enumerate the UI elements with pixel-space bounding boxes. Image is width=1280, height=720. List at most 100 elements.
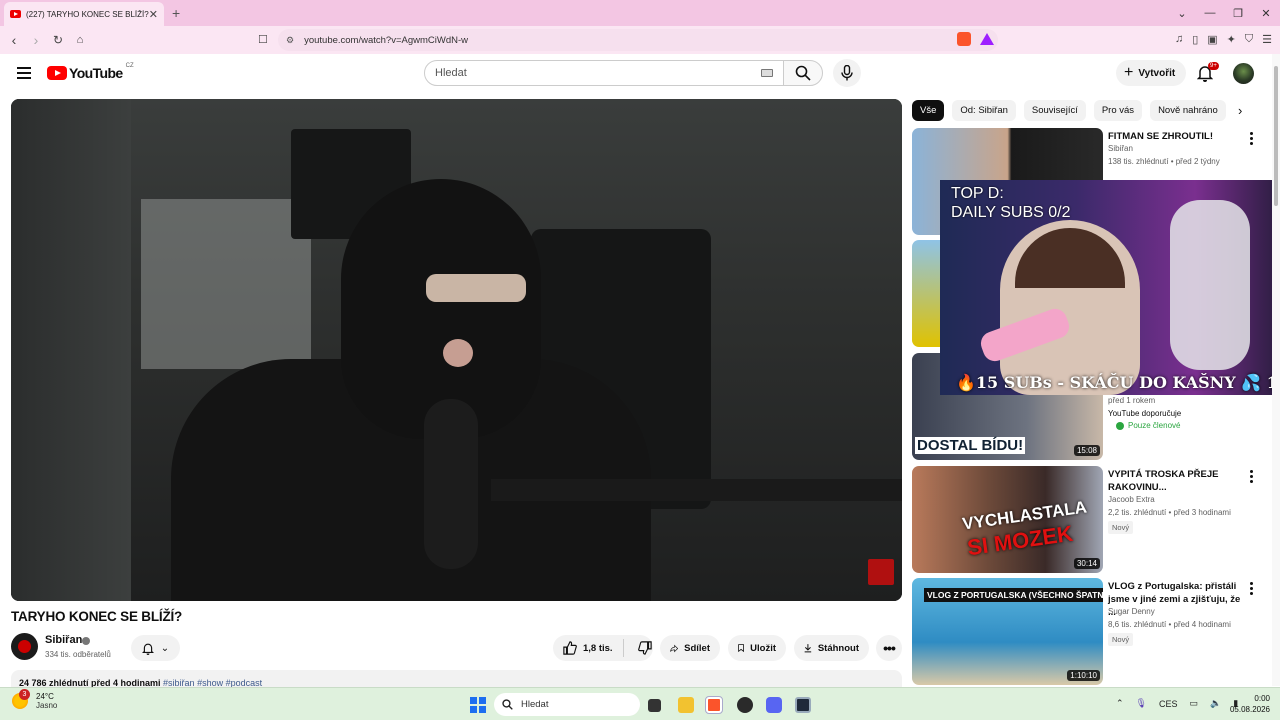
close-window-icon[interactable]: ✕ bbox=[1252, 7, 1280, 20]
home-icon[interactable]: ⌂ bbox=[70, 34, 90, 46]
clock-date: 05.08.2026 bbox=[1229, 705, 1270, 714]
site-info-icon[interactable]: ⚙ bbox=[286, 35, 294, 46]
youtube-logo[interactable]: YouTube CZ bbox=[47, 63, 134, 81]
chevron-down-icon: ⌄ bbox=[160, 642, 170, 654]
thumbnail-text: DOSTAL BÍDU! bbox=[915, 437, 1026, 454]
members-only-badge: Pouze členové bbox=[1116, 421, 1180, 430]
recommendation-item[interactable]: VLOG Z PORTUGALSKA (VŠECHNO ŠPATNĚ) 1:10… bbox=[912, 578, 1272, 686]
stream-overlay-window[interactable]: TOP D: DAILY SUBS 0/2 🔥15 SUBs - SKÁČU D… bbox=[940, 180, 1280, 395]
chevron-right-icon[interactable]: › bbox=[1238, 103, 1242, 118]
bookmark-save-icon bbox=[738, 644, 744, 653]
page-scrollbar[interactable] bbox=[1272, 54, 1280, 686]
keyboard-icon[interactable] bbox=[761, 69, 773, 77]
system-tray: ⌃ 🎙 CES ▭ 🔈 ▮ bbox=[1116, 698, 1238, 709]
channel-watermark[interactable] bbox=[868, 559, 894, 585]
chip-from-channel[interactable]: Od: Sibiřan bbox=[952, 100, 1016, 121]
show-hidden-icons-icon[interactable]: ⌃ bbox=[1116, 698, 1124, 709]
channel-name[interactable]: Sibiřan bbox=[45, 634, 82, 646]
recommendation-item[interactable]: VYCHLASTALA SI MOZEK 30:14 VYPITÁ TROSKA… bbox=[912, 466, 1272, 574]
weather-widget[interactable]: 3 24°C Jasno bbox=[12, 689, 57, 710]
like-dislike-group: 1,8 tis. bbox=[553, 635, 653, 661]
tab-search-icon[interactable]: ⌄ bbox=[1168, 7, 1196, 20]
restore-icon[interactable]: ❐ bbox=[1224, 7, 1252, 20]
dislike-icon[interactable] bbox=[637, 641, 652, 655]
more-vertical-icon[interactable] bbox=[1250, 470, 1254, 485]
more-vertical-icon[interactable] bbox=[1250, 132, 1254, 147]
video-title: TARYHO KONEC SE BLÍŽÍ? bbox=[11, 609, 183, 624]
more-vertical-icon[interactable] bbox=[1250, 582, 1254, 597]
divider bbox=[622, 639, 624, 657]
overlay-subs-goal: 🔥15 SUBs - SKÁČU DO KAŠNY 💦 1/15 bbox=[956, 373, 1280, 392]
more-actions-button[interactable]: ••• bbox=[876, 635, 902, 661]
related-filter-chips: Vše Od: Sibiřan Související Pro vás Nově… bbox=[912, 100, 1226, 121]
back-icon[interactable]: ‹ bbox=[4, 32, 24, 48]
youtube-play-icon bbox=[47, 66, 67, 80]
account-avatar[interactable] bbox=[1233, 63, 1254, 84]
like-count[interactable]: 1,8 tis. bbox=[583, 643, 613, 654]
vpn-icon[interactable]: ⛉ bbox=[1245, 33, 1253, 46]
brave-rewards-icon[interactable] bbox=[980, 33, 994, 45]
save-button[interactable]: Uložit bbox=[728, 635, 786, 661]
reload-icon[interactable]: ↻ bbox=[48, 33, 68, 47]
network-icon[interactable]: ▭ bbox=[1190, 698, 1199, 709]
windows-start-icon[interactable] bbox=[470, 697, 486, 713]
more-horizontal-icon: ••• bbox=[883, 640, 896, 656]
chip-for-you[interactable]: Pro vás bbox=[1093, 100, 1143, 121]
recommendation-title[interactable]: VYPITÁ TROSKA PŘEJE RAKOVINU... bbox=[1108, 468, 1246, 494]
video-thumbnail[interactable]: VYCHLASTALA SI MOZEK 30:14 bbox=[912, 466, 1103, 573]
browser-tab[interactable]: (227) TARYHO KONEC SE BLÍŽÍ? ✕ bbox=[4, 2, 164, 26]
windows-taskbar: 3 24°C Jasno Hledat ⌃ 🎙 CES ▭ 🔈 ▮ 0:00 0… bbox=[0, 687, 1280, 720]
recommendation-title[interactable]: FITMAN SE ZHROUTIL! bbox=[1108, 130, 1246, 143]
search-button[interactable] bbox=[783, 60, 823, 86]
microphone-tray-icon[interactable]: 🎙 bbox=[1136, 698, 1147, 709]
recommendation-channel[interactable]: Sugar Denny bbox=[1108, 607, 1155, 616]
address-bar[interactable]: ⚙ youtube.com/watch?v=AgwmCiWdN-w bbox=[278, 29, 998, 51]
forward-icon[interactable]: › bbox=[26, 32, 46, 48]
discord-icon[interactable] bbox=[766, 697, 782, 713]
download-button[interactable]: Stáhnout bbox=[794, 635, 869, 661]
recommendation-channel[interactable]: Jacoob Extra bbox=[1108, 495, 1155, 504]
volume-icon[interactable]: 🔈 bbox=[1210, 698, 1221, 709]
close-tab-icon[interactable]: ✕ bbox=[149, 8, 158, 21]
recommendation-channel[interactable]: Sibiřan bbox=[1108, 144, 1133, 153]
bookmark-icon[interactable]: ☐ bbox=[258, 33, 268, 46]
like-icon[interactable] bbox=[563, 641, 577, 655]
app-icon[interactable] bbox=[737, 697, 753, 713]
youtube-wordmark: YouTube bbox=[69, 65, 123, 81]
search-box[interactable] bbox=[424, 60, 784, 86]
taskbar-clock[interactable]: 0:00 05.08.2026 bbox=[1228, 693, 1270, 715]
menu-icon[interactable]: ☰ bbox=[1262, 33, 1272, 46]
tab-title: (227) TARYHO KONEC SE BLÍŽÍ? bbox=[26, 9, 149, 19]
chip-related[interactable]: Související bbox=[1023, 100, 1086, 121]
minimize-icon[interactable]: — bbox=[1196, 7, 1224, 19]
file-explorer-icon[interactable] bbox=[678, 697, 694, 713]
app-icon[interactable] bbox=[795, 697, 811, 713]
video-thumbnail[interactable]: VLOG Z PORTUGALSKA (VŠECHNO ŠPATNĚ) 1:10… bbox=[912, 578, 1103, 685]
download-icon bbox=[804, 644, 812, 653]
media-icon[interactable]: ♫ bbox=[1175, 33, 1183, 46]
taskbar-search[interactable]: Hledat bbox=[494, 693, 640, 716]
search-icon bbox=[795, 65, 811, 81]
create-button[interactable]: + Vytvořit bbox=[1116, 60, 1186, 86]
leo-ai-icon[interactable]: ✦ bbox=[1227, 33, 1236, 46]
language-indicator[interactable]: CES bbox=[1159, 699, 1178, 709]
share-button[interactable]: Sdílet bbox=[660, 635, 720, 661]
youtube-header: YouTube CZ + Vytvořit 9+ bbox=[0, 54, 1272, 94]
recommendation-meta: 2,2 tis. zhlédnutí • před 3 hodinami bbox=[1108, 508, 1231, 517]
chip-recently-uploaded[interactable]: Nově nahráno bbox=[1150, 100, 1226, 121]
hamburger-menu-icon[interactable] bbox=[17, 67, 31, 82]
wallet-icon[interactable]: ▣ bbox=[1207, 33, 1217, 46]
subscriber-count: 334 tis. odběratelů bbox=[45, 650, 111, 659]
subscription-bell-button[interactable]: ⌄ bbox=[131, 635, 180, 661]
voice-search-button[interactable] bbox=[833, 59, 861, 87]
browser-extensions: ♫ ▯ ▣ ✦ ⛉ ☰ bbox=[1175, 33, 1272, 46]
channel-avatar[interactable] bbox=[11, 633, 38, 660]
brave-shields-icon[interactable] bbox=[957, 32, 971, 46]
video-player[interactable] bbox=[11, 99, 902, 601]
sidebar-icon[interactable]: ▯ bbox=[1192, 33, 1198, 46]
brave-browser-icon[interactable] bbox=[705, 696, 723, 714]
task-view-icon[interactable] bbox=[648, 699, 661, 712]
new-tab-icon[interactable]: + bbox=[172, 5, 180, 21]
search-input[interactable] bbox=[435, 67, 761, 79]
chip-all[interactable]: Vše bbox=[912, 100, 945, 121]
